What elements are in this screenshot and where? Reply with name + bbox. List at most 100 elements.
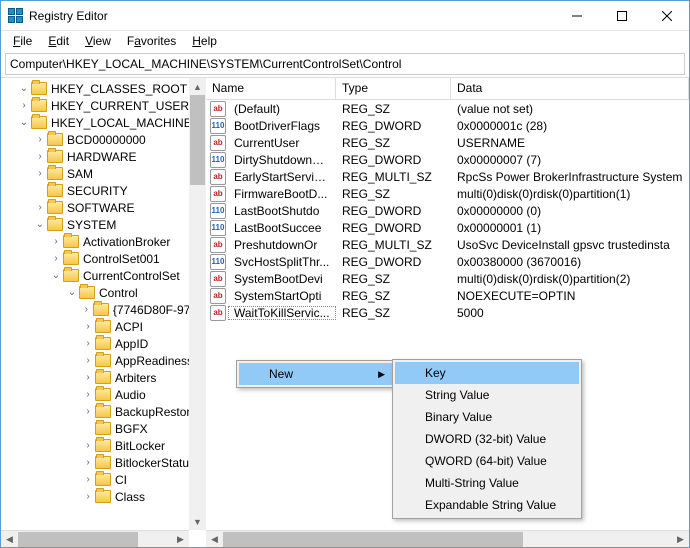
chevron-down-icon[interactable]: ⌄ [65, 286, 79, 300]
tree-node[interactable]: ›SOFTWARE [1, 199, 205, 216]
menu-file[interactable]: File [7, 33, 38, 49]
scroll-down-icon[interactable]: ▼ [189, 513, 206, 530]
tree-node[interactable]: ›SAM [1, 165, 205, 182]
registry-tree[interactable]: ⌄HKEY_CLASSES_ROOT›HKEY_CURRENT_USER⌄HKE… [1, 78, 206, 505]
menu-favorites[interactable]: Favorites [121, 33, 182, 49]
value-row[interactable]: abWaitToKillServic...REG_SZ5000 [206, 304, 689, 321]
list-scrollbar-horizontal[interactable]: ◀ ▶ [206, 530, 689, 547]
menu-view[interactable]: View [79, 33, 117, 49]
titlebar[interactable]: Registry Editor [1, 1, 689, 31]
value-row[interactable]: abPreshutdownOrREG_MULTI_SZUsoSvc Device… [206, 236, 689, 253]
menu-edit[interactable]: Edit [42, 33, 75, 49]
scrollbar-thumb[interactable] [223, 532, 523, 547]
value-row[interactable]: abEarlyStartServicesREG_MULTI_SZRpcSs Po… [206, 168, 689, 185]
scrollbar-thumb[interactable] [190, 95, 205, 185]
scroll-up-icon[interactable]: ▲ [189, 78, 206, 95]
chevron-right-icon[interactable]: › [81, 354, 95, 368]
tree-node[interactable]: SECURITY [1, 182, 205, 199]
chevron-down-icon[interactable]: ⌄ [33, 218, 47, 232]
tree-node[interactable]: ⌄SYSTEM [1, 216, 205, 233]
tree-node[interactable]: ›ControlSet001 [1, 250, 205, 267]
chevron-right-icon[interactable]: › [81, 320, 95, 334]
chevron-right-icon[interactable]: › [79, 303, 93, 317]
maximize-button[interactable] [599, 1, 644, 30]
value-data: 0x00000007 (7) [451, 153, 689, 167]
tree-node[interactable]: ⌄Control [1, 284, 205, 301]
value-name: LastBootSuccee [228, 221, 336, 235]
value-data: 0x0000001c (28) [451, 119, 689, 133]
scroll-right-icon[interactable]: ▶ [672, 531, 689, 547]
scrollbar-thumb[interactable] [18, 532, 138, 547]
chevron-right-icon[interactable]: › [33, 150, 47, 164]
chevron-right-icon[interactable]: › [49, 252, 63, 266]
column-data[interactable]: Data [451, 78, 689, 99]
chevron-right-icon[interactable]: › [33, 167, 47, 181]
chevron-right-icon[interactable]: › [33, 201, 47, 215]
chevron-down-icon[interactable]: ⌄ [49, 269, 63, 283]
tree-node[interactable]: ›ACPI [1, 318, 205, 335]
chevron-right-icon[interactable]: › [81, 405, 95, 419]
context-submenu-item[interactable]: String Value [395, 384, 579, 406]
scroll-left-icon[interactable]: ◀ [206, 531, 223, 547]
tree-node[interactable]: ›HARDWARE [1, 148, 205, 165]
context-submenu-item[interactable]: QWORD (64-bit) Value [395, 450, 579, 472]
tree-node[interactable]: ⌄HKEY_CLASSES_ROOT [1, 80, 205, 97]
column-type[interactable]: Type [336, 78, 451, 99]
tree-node[interactable]: ›BackupRestore [1, 403, 205, 420]
string-value-icon: ab [210, 271, 226, 287]
chevron-down-icon[interactable]: ⌄ [17, 116, 31, 130]
tree-node[interactable]: BGFX [1, 420, 205, 437]
context-submenu-item[interactable]: Key [395, 362, 579, 384]
value-row[interactable]: abCurrentUserREG_SZUSERNAME [206, 134, 689, 151]
context-submenu-item[interactable]: DWORD (32-bit) Value [395, 428, 579, 450]
tree-scrollbar-vertical[interactable]: ▲ ▼ [189, 78, 206, 530]
chevron-down-icon[interactable]: ⌄ [17, 82, 31, 96]
chevron-right-icon[interactable]: › [33, 133, 47, 147]
tree-node[interactable]: ›HKEY_CURRENT_USER [1, 97, 205, 114]
column-name[interactable]: Name [206, 78, 336, 99]
chevron-right-icon[interactable]: › [81, 473, 95, 487]
context-submenu-item[interactable]: Multi-String Value [395, 472, 579, 494]
tree-node[interactable]: ⌄CurrentControlSet [1, 267, 205, 284]
value-row[interactable]: 110LastBootShutdoREG_DWORD0x00000000 (0) [206, 202, 689, 219]
scroll-right-icon[interactable]: ▶ [172, 531, 189, 547]
tree-node[interactable]: ⌄HKEY_LOCAL_MACHINE [1, 114, 205, 131]
tree-node[interactable]: ›BCD00000000 [1, 131, 205, 148]
chevron-right-icon[interactable]: › [81, 439, 95, 453]
context-submenu-item[interactable]: Binary Value [395, 406, 579, 428]
tree-node[interactable]: ›Arbiters [1, 369, 205, 386]
chevron-right-icon[interactable]: › [81, 456, 95, 470]
menu-help[interactable]: Help [186, 33, 223, 49]
value-row[interactable]: abSystemStartOptiREG_SZ NOEXECUTE=OPTIN [206, 287, 689, 304]
tree-node[interactable]: ›{7746D80F-97E0 [1, 301, 205, 318]
tree-node[interactable]: ›BitLocker [1, 437, 205, 454]
tree-node[interactable]: ›AppID [1, 335, 205, 352]
value-row[interactable]: 110DirtyShutdownC...REG_DWORD0x00000007 … [206, 151, 689, 168]
chevron-right-icon[interactable]: › [81, 388, 95, 402]
tree-node[interactable]: ›CI [1, 471, 205, 488]
tree-node[interactable]: ›ActivationBroker [1, 233, 205, 250]
scroll-left-icon[interactable]: ◀ [1, 531, 18, 547]
chevron-right-icon[interactable]: › [17, 99, 31, 113]
close-button[interactable] [644, 1, 689, 30]
chevron-right-icon[interactable]: › [81, 490, 95, 504]
value-row[interactable]: 110SvcHostSplitThr...REG_DWORD0x00380000… [206, 253, 689, 270]
value-row[interactable]: abFirmwareBootD...REG_SZmulti(0)disk(0)r… [206, 185, 689, 202]
tree-node[interactable]: ›Class [1, 488, 205, 505]
context-menu-new[interactable]: New ▶ [239, 363, 393, 385]
chevron-right-icon[interactable]: › [81, 337, 95, 351]
tree-node[interactable]: ›BitlockerStatus [1, 454, 205, 471]
value-row[interactable]: 110BootDriverFlagsREG_DWORD0x0000001c (2… [206, 117, 689, 134]
tree-scrollbar-horizontal[interactable]: ◀ ▶ [1, 530, 189, 547]
tree-node[interactable]: ›Audio [1, 386, 205, 403]
chevron-right-icon[interactable]: › [81, 371, 95, 385]
value-row[interactable]: 110LastBootSucceeREG_DWORD0x00000001 (1) [206, 219, 689, 236]
folder-icon [95, 405, 111, 418]
minimize-button[interactable] [554, 1, 599, 30]
context-submenu-item[interactable]: Expandable String Value [395, 494, 579, 516]
value-row[interactable]: ab(Default)REG_SZ(value not set) [206, 100, 689, 117]
address-bar[interactable]: Computer\HKEY_LOCAL_MACHINE\SYSTEM\Curre… [5, 53, 685, 75]
value-row[interactable]: abSystemBootDeviREG_SZmulti(0)disk(0)rdi… [206, 270, 689, 287]
chevron-right-icon[interactable]: › [49, 235, 63, 249]
tree-node[interactable]: ›AppReadiness [1, 352, 205, 369]
